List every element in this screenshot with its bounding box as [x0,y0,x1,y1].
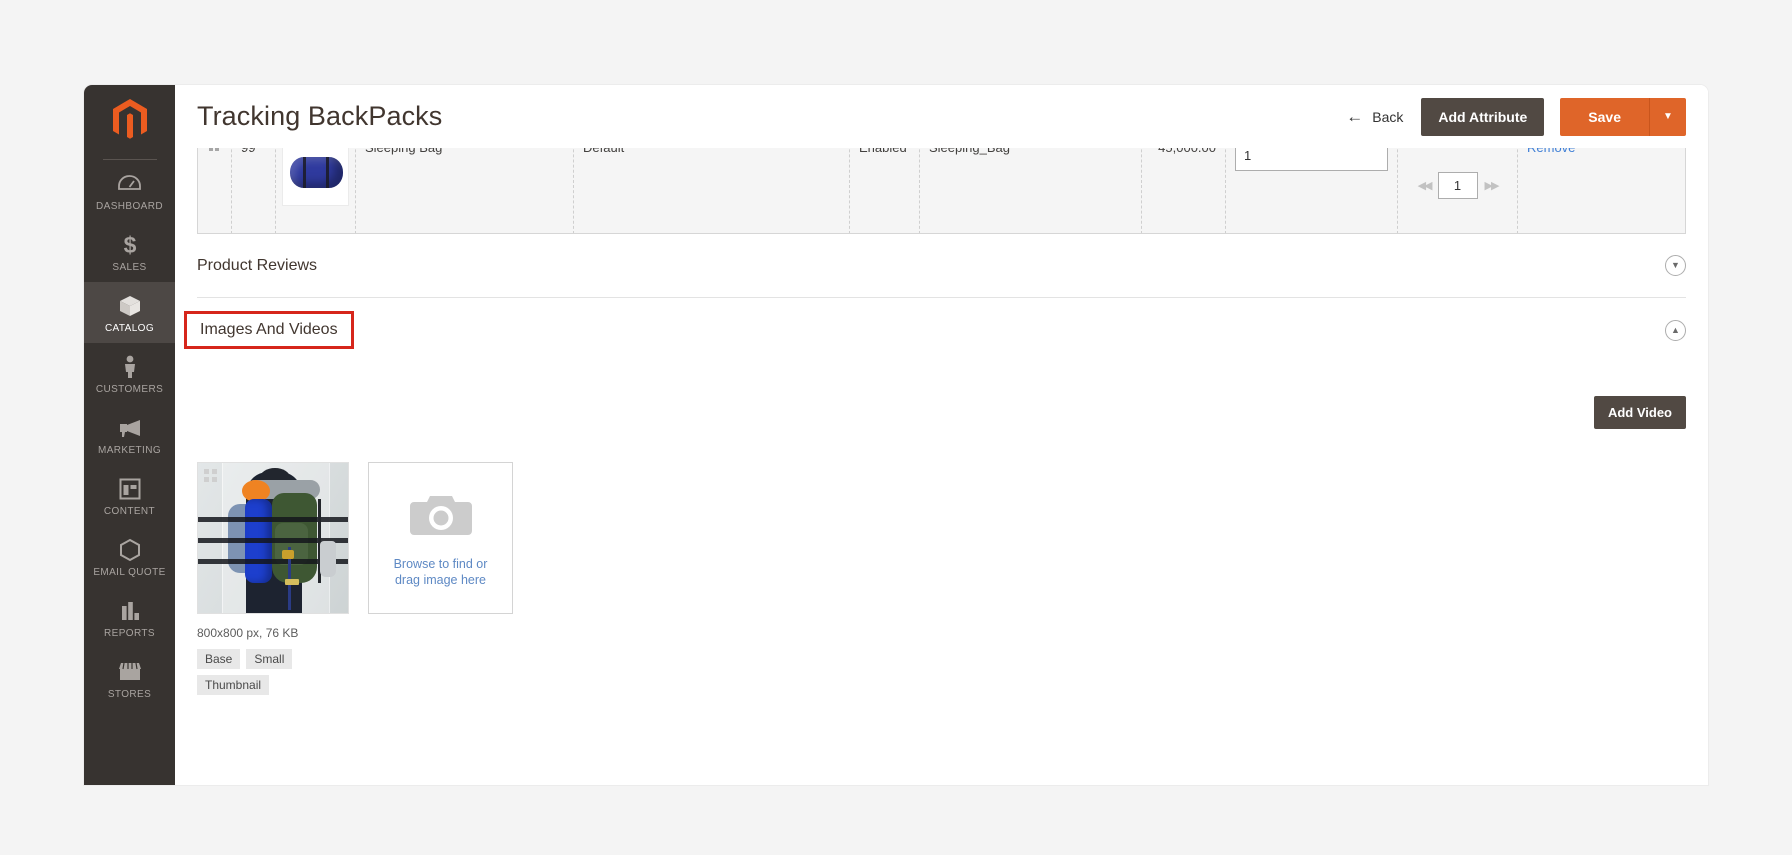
page-header: Tracking BackPacks ← Back Add Attribute … [175,85,1708,148]
cell-status: Enabled [850,148,920,233]
sidebar-item-label: CATALOG [104,323,155,334]
sidebar-item-label: CONTENT [103,506,156,517]
media-item: 800x800 px, 76 KB Base Small Thumbnail [197,462,349,695]
sidebar-item-stores[interactable]: STORES [84,648,175,709]
section-title: Product Reviews [197,256,318,274]
cell-price: 45,000.00 [1142,148,1226,233]
bar-chart-icon [86,598,173,623]
section-images-and-videos[interactable]: Images And Videos ▲ [184,298,1686,362]
hexagon-icon [86,537,173,562]
cell-id: 99 [232,148,276,233]
step-backward-icon[interactable]: ◀◀ [1418,179,1433,192]
header-actions: ← Back Add Attribute Save ▼ [1344,97,1686,136]
person-icon [86,354,173,379]
role-badge-base: Base [197,649,241,669]
media-gallery: 800x800 px, 76 KB Base Small Thumbnail B… [197,462,1686,695]
arrow-left-icon: ← [1346,107,1364,126]
admin-sidebar: DASHBOARD $ SALES CATALOG CUSTOMERS MARK… [84,85,175,785]
remove-link[interactable]: Remove [1527,148,1575,155]
dollar-sign-icon: $ [86,232,173,257]
sidebar-item-marketing[interactable]: MARKETING [84,404,175,465]
cell-sku: Sleeping_Bag [920,148,1142,233]
chevron-down-icon: ▼ [1663,111,1673,122]
backpack-product-photo[interactable] [197,462,349,614]
sidebar-item-sales[interactable]: $ SALES [84,221,175,282]
sleeping-bag-thumbnail [282,148,349,206]
page-title: Tracking BackPacks [197,101,443,131]
box-icon [86,293,173,318]
back-button-label: Back [1372,108,1404,125]
sidebar-item-catalog[interactable]: CATALOG [84,282,175,343]
add-video-button[interactable]: Add Video [1593,396,1686,429]
svg-text:$: $ [123,233,136,257]
section-title: Images And Videos [200,321,338,338]
sidebar-item-label: MARKETING [97,445,162,456]
dashboard-gauge-icon [86,171,173,196]
page-body: 99 Sleeping Bag Default Enabled Sleeping… [175,148,1708,785]
back-button[interactable]: ← Back [1344,103,1405,130]
cell-quantity [1226,148,1398,233]
save-split-button: Save ▼ [1560,97,1686,136]
upload-caption-line2: drag image here [394,572,486,587]
sidebar-item-label: EMAIL QUOTE [93,567,166,578]
section-title-wrap: Images And Videos [184,311,354,349]
upload-caption: Browse to find or drag image here [394,556,488,588]
quantity-input[interactable] [1235,148,1388,171]
admin-window: DASHBOARD $ SALES CATALOG CUSTOMERS MARK… [84,85,1708,785]
sidebar-item-email-quote[interactable]: EMAIL QUOTE [84,526,175,587]
sidebar-item-label: STORES [107,689,152,700]
cell-attributes: Default [574,148,850,233]
save-dropdown-toggle[interactable]: ▼ [1650,97,1686,136]
chevron-down-circle-icon[interactable]: ▼ [1665,255,1686,276]
table-row[interactable]: 99 Sleeping Bag Default Enabled Sleeping… [197,148,1686,233]
sidebar-item-label: DASHBOARD [96,201,163,212]
drag-handle-icon [209,148,220,152]
add-attribute-button[interactable]: Add Attribute [1421,97,1545,136]
save-button[interactable]: Save [1560,97,1650,136]
row-drag-handle[interactable] [198,148,232,233]
camera-icon [409,495,472,535]
role-badges: Base Small Thumbnail [197,649,297,695]
role-badge-thumbnail: Thumbnail [197,675,270,695]
drag-handle-icon[interactable] [204,469,217,482]
media-panel: Add Video 800x800 px, 76 KB Base Small T… [197,362,1686,695]
image-upload-dropzone[interactable]: Browse to find or drag image here [368,462,513,614]
cell-name: Sleeping Bag [356,148,574,233]
sidebar-item-label: REPORTS [104,628,155,639]
sidebar-item-label: SALES [112,262,147,273]
sidebar-item-dashboard[interactable]: DASHBOARD [84,160,175,221]
section-product-reviews[interactable]: Product Reviews ▼ [197,234,1686,298]
sidebar-item-label: CUSTOMERS [95,384,164,395]
section-title-wrap: Product Reviews [197,257,317,275]
sidebar-item-content[interactable]: CONTENT [84,465,175,526]
media-meta: 800x800 px, 76 KB [197,626,299,640]
cell-position: ◀◀ ▶▶ [1398,148,1518,233]
upload-caption-line1: Browse to find or [393,556,488,571]
cell-thumbnail [276,148,356,233]
layout-panel-icon [86,476,173,501]
position-input[interactable] [1437,172,1478,199]
cell-action: Remove [1518,148,1685,233]
step-forward-icon[interactable]: ▶▶ [1485,179,1500,192]
megaphone-icon [86,415,173,440]
trash-icon[interactable] [205,588,219,605]
chevron-up-circle-icon[interactable]: ▲ [1665,319,1686,341]
main-content: Tracking BackPacks ← Back Add Attribute … [175,85,1708,785]
sidebar-item-reports[interactable]: REPORTS [84,587,175,648]
storefront-icon [86,659,173,684]
add-video-row: Add Video [197,396,1686,429]
role-badge-small: Small [246,649,293,669]
sidebar-item-customers[interactable]: CUSTOMERS [84,343,175,404]
magento-logo-icon[interactable] [84,89,175,151]
related-products-grid: 99 Sleeping Bag Default Enabled Sleeping… [197,148,1686,234]
